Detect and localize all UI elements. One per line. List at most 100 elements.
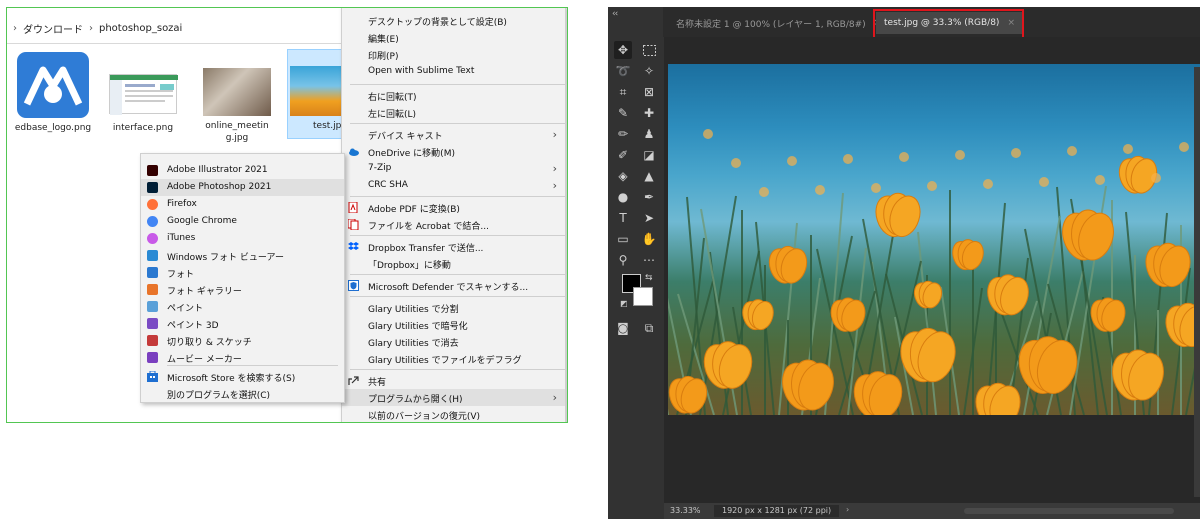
move-tool-icon[interactable]: ✥ bbox=[614, 41, 632, 59]
menu-choose-another-app[interactable]: 別のプログラムを選択(C) bbox=[141, 385, 344, 402]
breadcrumb-downloads[interactable]: ダウンロード bbox=[23, 21, 83, 36]
history-brush-icon[interactable]: ✐ bbox=[614, 146, 632, 164]
vertical-scrollbar[interactable] bbox=[1194, 67, 1200, 497]
brush-tool-icon[interactable]: ✏ bbox=[614, 125, 632, 143]
open-with-item[interactable]: Firefox bbox=[141, 196, 344, 213]
open-with-item[interactable]: 切り取り & スケッチ bbox=[141, 332, 344, 349]
open-with-item[interactable]: ペイント 3D bbox=[141, 315, 344, 332]
breadcrumb-chevron-icon[interactable]: › bbox=[13, 23, 17, 34]
open-with-item[interactable]: Google Chrome bbox=[141, 213, 344, 230]
eyedropper-icon[interactable]: ✎ bbox=[614, 104, 632, 122]
open-with-item-label: Windows フォト ビューアー bbox=[167, 253, 284, 263]
clone-stamp-icon[interactable]: ♟ bbox=[640, 125, 658, 143]
open-with-submenu: Adobe Illustrator 2021 Adobe Photoshop 20… bbox=[140, 153, 345, 403]
menu-glary-split[interactable]: Glary Utilities で分割 bbox=[342, 299, 565, 316]
eraser-tool-icon[interactable]: ◪ bbox=[640, 146, 658, 164]
blur-tool-icon[interactable]: ▲ bbox=[640, 167, 658, 185]
menu-print[interactable]: 印刷(P) bbox=[342, 46, 565, 63]
open-with-item[interactable]: Adobe Illustrator 2021 bbox=[141, 162, 344, 179]
open-with-item-label: Firefox bbox=[167, 199, 197, 209]
share-icon bbox=[348, 375, 359, 386]
file-item-online-meeting[interactable]: online_meeting.jpg bbox=[197, 52, 277, 144]
crop-tool-icon[interactable]: ⌗ bbox=[614, 83, 632, 101]
menu-device-cast[interactable]: デバイス キャスト › bbox=[342, 126, 565, 143]
menu-set-desktop-background[interactable]: デスクトップの背景として設定(B) bbox=[342, 12, 565, 29]
breadcrumb-divider bbox=[7, 43, 347, 44]
menu-glary-defrag[interactable]: Glary Utilities でファイルをデフラグ bbox=[342, 350, 565, 367]
more-tools-icon[interactable]: ⋯ bbox=[640, 251, 658, 269]
file-item-test[interactable]: test.jpg bbox=[287, 49, 347, 139]
breadcrumb: › ダウンロード › photoshop_sozai bbox=[7, 18, 182, 38]
background-color-swatch[interactable] bbox=[633, 287, 653, 306]
menu-move-to-dropbox[interactable]: 「Dropbox」に移動 bbox=[342, 255, 565, 272]
open-with-item[interactable]: フォト bbox=[141, 264, 344, 281]
menu-crc-sha[interactable]: CRC SHA › bbox=[342, 177, 565, 194]
open-with-item-label: iTunes bbox=[167, 233, 196, 243]
submenu-arrow-icon: › bbox=[552, 391, 557, 404]
file-item-edbase-logo[interactable]: edbase_logo.png bbox=[13, 52, 93, 134]
file-item-interface[interactable]: interface.png bbox=[103, 52, 183, 134]
healing-brush-icon[interactable]: ✚ bbox=[640, 104, 658, 122]
onedrive-icon bbox=[348, 146, 359, 157]
open-with-item[interactable]: フォト ギャラリー bbox=[141, 281, 344, 298]
menu-restore-previous-versions[interactable]: 以前のバージョンの復元(V) bbox=[342, 406, 565, 422]
menu-rotate-left[interactable]: 左に回転(L) bbox=[342, 104, 565, 121]
illustrator-icon bbox=[147, 165, 158, 176]
open-with-item[interactable]: Windows フォト ビューアー bbox=[141, 247, 344, 264]
menu-glary-encrypt[interactable]: Glary Utilities で暗号化 bbox=[342, 316, 565, 333]
paint-bucket-icon[interactable]: ◈ bbox=[614, 167, 632, 185]
status-arrow-icon[interactable]: › bbox=[846, 505, 849, 514]
open-with-item-label: Adobe Illustrator 2021 bbox=[167, 165, 268, 175]
menu-7zip[interactable]: 7-Zip › bbox=[342, 160, 565, 177]
horizontal-scrollbar[interactable] bbox=[964, 508, 1174, 514]
submenu-arrow-icon: › bbox=[552, 162, 557, 175]
open-with-item[interactable]: Adobe Photoshop 2021 bbox=[141, 179, 344, 196]
open-with-item-label: フォト ギャラリー bbox=[167, 287, 242, 297]
screen-mode-icon[interactable]: ⧉ bbox=[640, 319, 658, 337]
frame-tool-icon[interactable]: ⊠ bbox=[640, 83, 658, 101]
zoom-level[interactable]: 33.33% bbox=[670, 506, 701, 515]
photo-gallery-icon bbox=[147, 284, 158, 295]
open-with-item[interactable]: iTunes bbox=[141, 230, 344, 247]
menu-share[interactable]: 共有 bbox=[342, 372, 565, 389]
pen-tool-icon[interactable]: ✒ bbox=[640, 188, 658, 206]
file-name: online_meeting.jpg bbox=[205, 121, 269, 143]
menu-glary-erase[interactable]: Glary Utilities で消去 bbox=[342, 333, 565, 350]
open-with-item-label: フォト bbox=[167, 270, 195, 280]
breadcrumb-photoshop-sozai[interactable]: photoshop_sozai bbox=[99, 23, 182, 34]
menu-open-sublime[interactable]: Open with Sublime Text bbox=[342, 63, 565, 80]
document-image[interactable] bbox=[668, 64, 1200, 415]
zoom-tool-icon[interactable]: ⚲ bbox=[614, 251, 632, 269]
rectangle-tool-icon[interactable]: ▭ bbox=[614, 230, 632, 248]
tab-untitled-1[interactable]: 名称未設定 1 @ 100% (レイヤー 1, RGB/8#) × bbox=[666, 12, 881, 34]
marquee-tool-icon[interactable] bbox=[640, 41, 658, 59]
magic-wand-icon[interactable]: ✧ bbox=[640, 62, 658, 80]
interface-thumbnail bbox=[109, 74, 178, 115]
collapse-panels-icon[interactable]: ‹‹ bbox=[612, 9, 618, 19]
file-explorer-window: › ダウンロード › photoshop_sozai edbase_logo.p… bbox=[6, 7, 568, 423]
menu-onedrive[interactable]: OneDrive に移動(M) bbox=[342, 143, 565, 160]
test-thumbnail bbox=[290, 66, 346, 116]
swap-colors-icon[interactable]: ⇆ bbox=[645, 273, 653, 283]
quick-mask-icon[interactable]: ◙ bbox=[614, 319, 632, 337]
dodge-tool-icon[interactable]: ● bbox=[614, 188, 632, 206]
menu-edit[interactable]: 編集(E) bbox=[342, 29, 565, 46]
open-with-item[interactable]: ペイント bbox=[141, 298, 344, 315]
menu-separator bbox=[350, 296, 565, 297]
open-with-item[interactable]: ムービー メーカー bbox=[141, 349, 344, 366]
menu-dropbox-transfer[interactable]: Dropbox Transfer で送信... bbox=[342, 238, 565, 255]
hand-tool-icon[interactable]: ✋ bbox=[640, 230, 658, 248]
menu-rotate-right[interactable]: 右に回転(T) bbox=[342, 87, 565, 104]
path-selection-icon[interactable]: ➤ bbox=[640, 209, 658, 227]
open-with-item-label: Adobe Photoshop 2021 bbox=[167, 182, 272, 192]
menu-convert-pdf[interactable]: Adobe PDF に変換(B) bbox=[342, 199, 565, 216]
menu-acrobat-combine[interactable]: ファイルを Acrobat で結合... bbox=[342, 216, 565, 233]
menu-search-store[interactable]: Microsoft Store を検索する(S) bbox=[141, 368, 344, 385]
menu-defender-scan[interactable]: Microsoft Defender でスキャンする... bbox=[342, 277, 565, 294]
type-tool-icon[interactable]: T bbox=[614, 209, 632, 227]
menu-open-with[interactable]: プログラムから開く(H) › bbox=[342, 389, 565, 406]
photoshop-icon bbox=[147, 182, 158, 193]
paint-icon bbox=[147, 301, 158, 312]
lasso-tool-icon[interactable]: ➰ bbox=[614, 62, 632, 80]
default-colors-icon[interactable]: ◩ bbox=[620, 299, 628, 308]
